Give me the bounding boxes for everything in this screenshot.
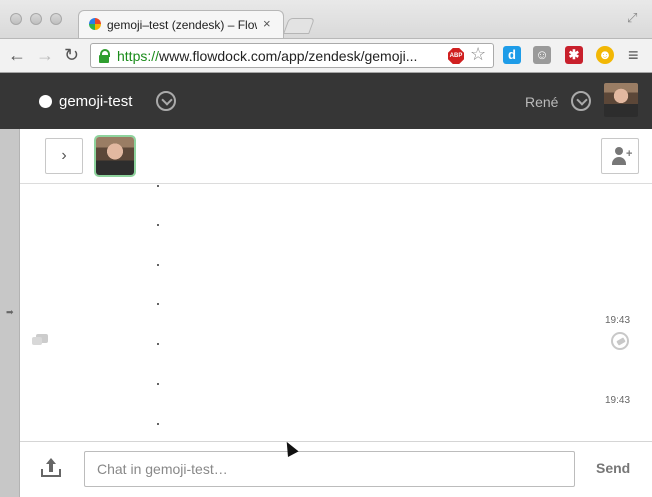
chat-message: .	[157, 224, 159, 226]
add-user-icon	[615, 147, 623, 155]
tab-close-icon[interactable]: ×	[263, 16, 271, 31]
user-avatar[interactable]	[604, 83, 638, 117]
window-minimize-button[interactable]	[30, 13, 42, 25]
left-gutter[interactable]: ➡	[0, 129, 20, 497]
dash-icon[interactable]: d	[503, 46, 521, 64]
flowdock-favicon-icon	[89, 18, 101, 30]
window-zoom-button[interactable]	[50, 13, 62, 25]
expand-arrow-icon[interactable]: ➡	[6, 307, 14, 318]
ghost-icon[interactable]: ☺	[533, 46, 551, 64]
address-bar[interactable]: https://www.flowdock.com/app/zendesk/gem…	[90, 43, 494, 68]
flow-name[interactable]: gemoji-test	[59, 93, 132, 110]
member-avatar[interactable]	[96, 137, 134, 175]
browser-tab-bar: gemoji–test (zendesk) – Flowdock × ⤢	[0, 0, 652, 38]
reload-button[interactable]: ↻	[64, 45, 79, 65]
adblock-icon[interactable]: ABP	[448, 48, 464, 64]
chat-message: .	[157, 423, 159, 425]
app-header: gemoji-test René	[0, 73, 652, 129]
browser-menu-icon[interactable]: ≡	[628, 45, 639, 65]
chat-message: .	[157, 383, 159, 385]
chat-message: .	[157, 264, 159, 266]
users-bar: › +	[20, 129, 652, 184]
chat-message: .	[157, 185, 159, 187]
thread-icon[interactable]	[32, 334, 48, 345]
toggle-sidebar-button[interactable]: ›	[45, 138, 83, 174]
flow-menu-chevron-icon[interactable]	[156, 91, 176, 111]
chat-message: .	[157, 303, 159, 305]
url-path: www.flowdock.com/app/zendesk/gemoji...	[159, 48, 418, 64]
message-timestamp[interactable]: 19:43	[605, 395, 630, 406]
lastpass-icon[interactable]: ✱	[565, 46, 583, 64]
user-menu-chevron-icon[interactable]	[571, 91, 591, 111]
tag-icon[interactable]	[611, 332, 629, 350]
message-timestamp[interactable]: 19:43	[605, 315, 630, 326]
lock-icon	[99, 49, 110, 63]
tab-title: gemoji–test (zendesk) – Flowdock	[107, 18, 257, 32]
back-button[interactable]: ←	[8, 45, 26, 65]
chat-message: .	[157, 343, 159, 345]
chat-input[interactable]	[84, 451, 575, 487]
url-scheme: https://	[117, 48, 160, 64]
bookmark-star-icon[interactable]: ☆	[470, 44, 486, 65]
smiley-icon[interactable]: ☻	[596, 46, 614, 64]
forward-button[interactable]: →	[36, 45, 54, 65]
window-close-button[interactable]	[10, 13, 22, 25]
browser-tab[interactable]: gemoji–test (zendesk) – Flowdock ×	[78, 10, 284, 38]
fullscreen-icon[interactable]: ⤢	[627, 10, 637, 26]
flow-status-icon	[39, 95, 52, 108]
user-name[interactable]: René	[525, 94, 558, 110]
url-text: https://www.flowdock.com/app/zendesk/gem…	[117, 48, 447, 64]
new-tab-button[interactable]	[283, 18, 315, 34]
add-user-button[interactable]: +	[601, 138, 639, 174]
chat-input-bar: Send	[20, 441, 652, 497]
upload-icon[interactable]	[41, 458, 61, 479]
browser-toolbar: ← → ↻ https://www.flowdock.com/app/zende…	[0, 38, 652, 73]
send-button[interactable]: Send	[596, 460, 630, 476]
chat-area: . . . . . . . 19:43 19:43	[20, 184, 652, 441]
